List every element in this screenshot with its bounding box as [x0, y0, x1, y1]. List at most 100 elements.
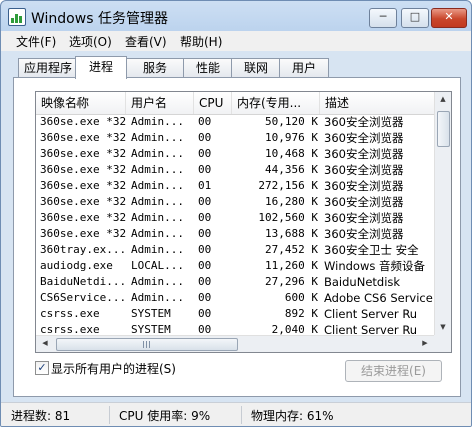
- cell-user: Admin...: [131, 275, 184, 288]
- tab-users[interactable]: 用户: [279, 58, 329, 77]
- checkmark-icon: ✓: [37, 361, 47, 374]
- cell-cpu: 00: [198, 131, 212, 144]
- table-row[interactable]: 360se.exe *32 Admin... 00 10,976 K 360安全浏览器: [36, 130, 434, 146]
- column-description[interactable]: 描述: [320, 92, 434, 114]
- table-row[interactable]: 360se.exe *32 Admin... 00 16,280 K 360安全浏览器: [36, 194, 434, 210]
- column-description-label: 描述: [325, 96, 350, 110]
- table-row[interactable]: csrss.exe SYSTEM 00 2,040 K Client Server Ru: [36, 322, 434, 335]
- cell-name: BaiduNetdi...: [40, 275, 126, 288]
- table-row[interactable]: 360se.exe *32 Admin... 00 10,468 K 360安全浏览器: [36, 146, 434, 162]
- cell-name: 360se.exe *32: [40, 227, 126, 240]
- cell-desc: 360安全浏览器: [324, 179, 404, 193]
- tab-performance[interactable]: 性能: [183, 58, 233, 77]
- cell-cpu: 00: [198, 275, 212, 288]
- cell-mem: 600 K: [284, 291, 318, 304]
- scroll-down-icon[interactable]: ▼: [436, 320, 450, 335]
- cell-cpu: 00: [198, 211, 212, 224]
- scroll-left-icon[interactable]: ◀: [38, 336, 52, 351]
- process-rows: 360se.exe *32 Admin... 00 50,120 K 360安全浏览器 3…: [36, 115, 434, 335]
- table-row[interactable]: 360se.exe *32 Admin... 00 13,688 K 360安全浏览器: [36, 226, 434, 242]
- close-icon: ✕: [444, 10, 454, 23]
- table-row[interactable]: 360se.exe *32 Admin... 00 102,560 K 360安全浏览器: [36, 210, 434, 226]
- table-row[interactable]: CS6Service... Admin... 00 600 K Adobe CS6 Se…: [36, 290, 434, 306]
- cell-desc: 360安全卫士 安全: [324, 243, 419, 257]
- cell-desc: 360安全浏览器: [324, 147, 404, 161]
- show-all-users-checkbox[interactable]: ✓: [35, 361, 49, 375]
- title-bar[interactable]: Windows 任务管理器 ─ □ ✕: [1, 1, 471, 31]
- maximize-button[interactable]: □: [401, 8, 429, 28]
- table-row[interactable]: BaiduNetdi... Admin... 00 27,296 K BaiduNetd…: [36, 274, 434, 290]
- cell-cpu: 00: [198, 259, 212, 272]
- tab-applications[interactable]: 应用程序: [18, 58, 78, 77]
- table-row[interactable]: 360se.exe *32 Admin... 00 50,120 K 360安全浏览器: [36, 115, 434, 130]
- column-user-name[interactable]: 用户名: [126, 92, 194, 114]
- horizontal-scroll-thumb[interactable]: [56, 338, 238, 351]
- cell-desc: 360安全浏览器: [324, 115, 404, 129]
- menu-help[interactable]: 帮助(H): [180, 33, 222, 50]
- cell-user: LOCAL...: [131, 259, 184, 272]
- window-title: Windows 任务管理器: [31, 11, 168, 27]
- process-list-header: ▲ 映像名称 用户名 CPU 内存(专用... 描述: [36, 92, 434, 115]
- cell-name: audiodg.exe: [40, 259, 113, 272]
- cell-desc: Client Server Ru: [324, 323, 418, 335]
- maximize-icon: □: [409, 10, 421, 23]
- cell-cpu: 01: [198, 179, 212, 192]
- cell-desc: Windows 音频设备: [324, 259, 425, 273]
- cell-user: Admin...: [131, 227, 184, 240]
- menu-view[interactable]: 查看(V): [125, 33, 167, 50]
- cell-name: CS6Service...: [40, 291, 126, 304]
- cell-name: 360se.exe *32: [40, 211, 126, 224]
- cell-mem: 44,356 K: [265, 163, 318, 176]
- cell-mem: 13,688 K: [265, 227, 318, 240]
- cell-name: 360se.exe *32: [40, 195, 126, 208]
- column-image-name[interactable]: ▲ 映像名称: [36, 92, 126, 114]
- cell-desc: 360安全浏览器: [324, 211, 404, 225]
- cell-desc: Adobe CS6 Service: [324, 291, 433, 305]
- tab-processes[interactable]: 进程: [75, 56, 127, 79]
- table-row[interactable]: csrss.exe SYSTEM 00 892 K Client Server Ru: [36, 306, 434, 322]
- cell-user: Admin...: [131, 211, 184, 224]
- minimize-button[interactable]: ─: [369, 8, 397, 28]
- table-row[interactable]: audiodg.exe LOCAL... 00 11,260 K Windows 音频设…: [36, 258, 434, 274]
- end-process-button[interactable]: 结束进程(E): [345, 360, 442, 382]
- cell-cpu: 00: [198, 307, 212, 320]
- column-cpu[interactable]: CPU: [194, 92, 232, 114]
- column-memory[interactable]: 内存(专用...: [232, 92, 320, 114]
- cell-cpu: 00: [198, 195, 212, 208]
- cell-mem: 50,120 K: [265, 115, 318, 128]
- table-row[interactable]: 360se.exe *32 Admin... 01 272,156 K 360安全浏览器: [36, 178, 434, 194]
- menu-file[interactable]: 文件(F): [16, 33, 56, 50]
- cell-user: Admin...: [131, 163, 184, 176]
- cell-user: Admin...: [131, 243, 184, 256]
- vertical-scrollbar[interactable]: ▲ ▼: [434, 92, 451, 335]
- processes-panel: ▲ 映像名称 用户名 CPU 内存(专用... 描述 360se.exe *32…: [13, 77, 461, 397]
- table-row[interactable]: 360se.exe *32 Admin... 00 44,356 K 360安全浏览器: [36, 162, 434, 178]
- vertical-scroll-thumb[interactable]: [437, 111, 450, 147]
- cell-name: 360se.exe *32: [40, 147, 126, 160]
- show-all-users-label[interactable]: 显示所有用户的进程(S): [51, 360, 176, 377]
- cell-user: Admin...: [131, 115, 184, 128]
- cell-desc: BaiduNetdisk: [324, 275, 401, 289]
- table-row[interactable]: 360tray.ex... Admin... 00 27,452 K 360安全卫士 安…: [36, 242, 434, 258]
- cell-mem: 10,976 K: [265, 131, 318, 144]
- process-list[interactable]: ▲ 映像名称 用户名 CPU 内存(专用... 描述 360se.exe *32…: [35, 91, 452, 353]
- tab-services[interactable]: 服务: [125, 58, 185, 77]
- cell-cpu: 00: [198, 243, 212, 256]
- scroll-right-icon[interactable]: ▶: [418, 336, 432, 351]
- cell-name: 360se.exe *32: [40, 179, 126, 192]
- cell-cpu: 00: [198, 291, 212, 304]
- cell-cpu: 00: [198, 115, 212, 128]
- task-manager-icon: [8, 8, 26, 26]
- cell-name: 360se.exe *32: [40, 131, 126, 144]
- cell-mem: 2,040 K: [271, 323, 318, 335]
- close-button[interactable]: ✕: [431, 8, 467, 28]
- menu-options[interactable]: 选项(O): [69, 33, 112, 50]
- cell-user: Admin...: [131, 179, 184, 192]
- horizontal-scrollbar[interactable]: ◀ ▶: [36, 335, 434, 352]
- cell-desc: Client Server Ru: [324, 307, 418, 321]
- cell-cpu: 00: [198, 147, 212, 160]
- minimize-icon: ─: [379, 10, 387, 23]
- menu-bar: 文件(F) 选项(O) 查看(V) 帮助(H): [1, 31, 471, 51]
- tab-networking[interactable]: 联网: [231, 58, 281, 77]
- scroll-up-icon[interactable]: ▲: [436, 92, 450, 107]
